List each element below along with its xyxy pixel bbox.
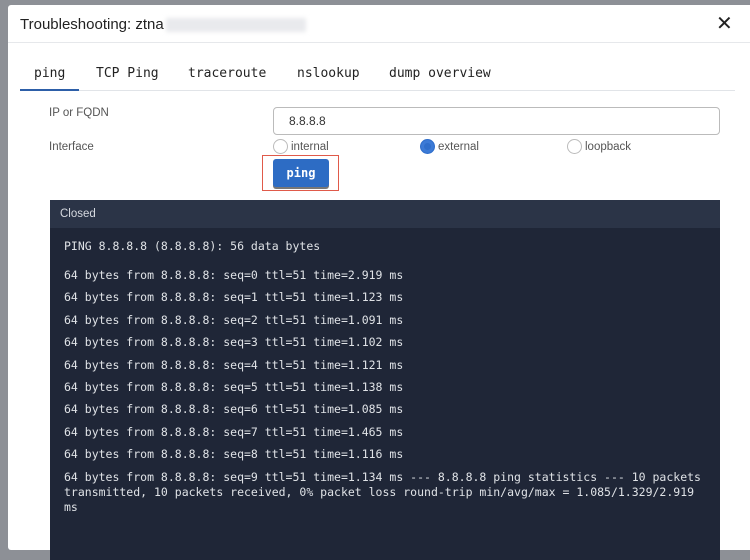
terminal-line: PING 8.8.8.8 (8.8.8.8): 56 data bytes [64, 239, 321, 253]
ip-input[interactable] [273, 107, 720, 135]
terminal-line: 64 bytes from 8.8.8.8: seq=0 ttl=51 time… [64, 268, 404, 282]
ping-button[interactable]: ping [273, 159, 329, 187]
terminal-status: Closed [50, 200, 720, 228]
terminal-line: 64 bytes from 8.8.8.8: seq=4 ttl=51 time… [64, 357, 404, 372]
terminal-line: 64 bytes from 8.8.8.8: seq=9 ttl=51 time… [64, 469, 708, 514]
radio-circle-selected[interactable] [420, 139, 435, 154]
radio-circle[interactable] [273, 139, 288, 154]
radio-label: internal [291, 140, 329, 153]
tab-tcp-ping[interactable]: TCP Ping [96, 66, 159, 81]
close-icon[interactable]: ✕ [716, 11, 733, 36]
terminal-line: 64 bytes from 8.8.8.8: seq=5 ttl=51 time… [64, 379, 404, 394]
terminal-body: PING 8.8.8.8 (8.8.8.8): 56 data bytes 64 … [50, 228, 720, 533]
interface-label: Interface [49, 141, 94, 153]
radio-internal[interactable]: internal [273, 139, 329, 154]
terminal-line: 64 bytes from 8.8.8.8: seq=6 ttl=51 time… [64, 402, 404, 417]
dialog-title-text: Troubleshooting: ztna [20, 16, 164, 33]
terminal-line: 64 bytes from 8.8.8.8: seq=7 ttl=51 time… [64, 424, 404, 439]
tab-nslookup[interactable]: nslookup [297, 66, 360, 81]
radio-external[interactable]: external [420, 139, 479, 154]
tab-traceroute[interactable]: traceroute [188, 66, 266, 81]
radio-label: external [438, 140, 479, 153]
tab-ping[interactable]: ping [20, 66, 80, 91]
radio-loopback[interactable]: loopback [567, 139, 631, 154]
radio-circle[interactable] [567, 139, 582, 154]
dialog-header: Troubleshooting: ztna ✕ [8, 5, 750, 43]
redacted-hostname [165, 18, 306, 33]
troubleshooting-dialog: Troubleshooting: ztna ✕ ping TCP Ping tr… [8, 5, 750, 560]
tab-bar: ping TCP Ping traceroute nslookup dump o… [20, 65, 735, 91]
terminal-line: 64 bytes from 8.8.8.8: seq=8 ttl=51 time… [64, 447, 404, 462]
terminal-output: Closed PING 8.8.8.8 (8.8.8.8): 56 data b… [50, 200, 720, 560]
terminal-line: 64 bytes from 8.8.8.8: seq=2 ttl=51 time… [64, 312, 404, 327]
tab-dump-overview[interactable]: dump overview [389, 66, 491, 81]
ip-label: IP or FQDN [49, 107, 109, 119]
dialog-title: Troubleshooting: ztna [20, 16, 306, 33]
terminal-line: 64 bytes from 8.8.8.8: seq=1 ttl=51 time… [64, 290, 404, 305]
radio-label: loopback [585, 140, 632, 153]
terminal-line: 64 bytes from 8.8.8.8: seq=3 ttl=51 time… [64, 335, 404, 350]
